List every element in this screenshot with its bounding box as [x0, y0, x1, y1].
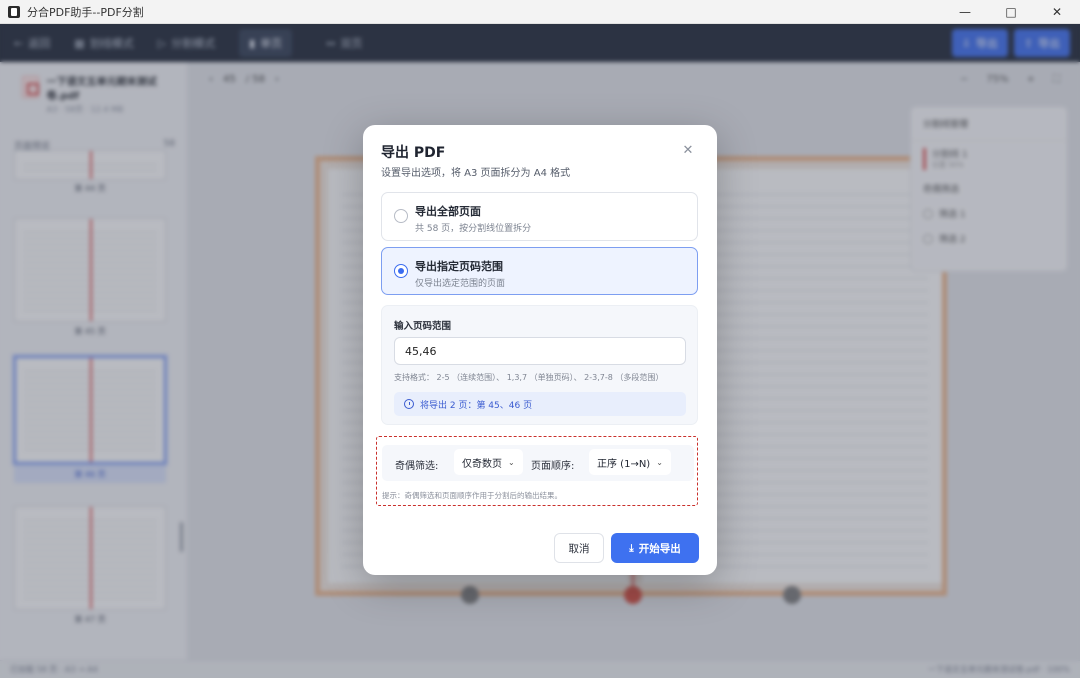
filter-tip: 提示：奇偶筛选和页面顺序作用于分割后的输出结果。 [382, 491, 562, 500]
range-result-text: 将导出 2 页：第 45、46 页 [420, 400, 533, 411]
range-title: 输入页码范围 [394, 321, 452, 332]
range-format-hint: 支持格式： 2-5 （连续范围）、 1,3,7 （单独页码）、 2-3,7-8 … [394, 373, 664, 382]
page-order-select[interactable]: 正序 (1→N) ⌄ [589, 449, 671, 475]
info-clock-icon [404, 399, 414, 409]
title-bar: 分合PDF助手--PDF分割 — □ ✕ [0, 0, 1080, 24]
minimize-button[interactable]: — [942, 0, 988, 24]
close-icon[interactable]: ✕ [681, 143, 695, 158]
export-pdf-dialog: 导出 PDF 设置导出选项，将 A3 页面拆分为 A4 格式 ✕ 导出全部页面 … [363, 125, 717, 575]
radio-unchecked-icon [394, 209, 408, 223]
option-export-range[interactable]: 导出指定页码范围 仅导出选定范围的页面 [381, 247, 698, 295]
app-icon [8, 5, 20, 18]
download-icon: ⤓ [629, 542, 634, 554]
page-range-input[interactable] [394, 337, 686, 365]
start-export-button[interactable]: ⤓ 开始导出 [611, 533, 699, 563]
window-title: 分合PDF助手--PDF分割 [27, 5, 144, 19]
filter-order-section: 奇偶筛选: 仅奇数页 ⌄ 页面顺序: 正序 (1→N) ⌄ 提示：奇偶筛选和页面… [376, 436, 698, 506]
parity-filter-label: 奇偶筛选: [395, 461, 439, 472]
radio-checked-icon [394, 264, 408, 278]
option-description: 共 58 页，按分割线位置拆分 [415, 224, 532, 234]
window-controls: — □ ✕ [942, 0, 1080, 23]
dialog-title: 导出 PDF [381, 145, 446, 161]
option-export-all[interactable]: 导出全部页面 共 58 页，按分割线位置拆分 [381, 192, 698, 241]
page-range-section: 输入页码范围 支持格式： 2-5 （连续范围）、 1,3,7 （单独页码）、 2… [381, 305, 698, 425]
dialog-subtitle: 设置导出选项，将 A3 页面拆分为 A4 格式 [381, 168, 571, 179]
range-result-banner: 将导出 2 页：第 45、46 页 [394, 392, 686, 416]
maximize-button[interactable]: □ [988, 0, 1034, 24]
close-window-button[interactable]: ✕ [1034, 0, 1080, 24]
option-label: 导出指定页码范围 [415, 260, 503, 273]
option-description: 仅导出选定范围的页面 [415, 279, 506, 289]
parity-filter-select[interactable]: 仅奇数页 ⌄ [454, 449, 523, 475]
cancel-button[interactable]: 取消 [554, 533, 604, 563]
chevron-down-icon: ⌄ [508, 457, 515, 467]
filter-row: 奇偶筛选: 仅奇数页 ⌄ 页面顺序: 正序 (1→N) ⌄ [382, 445, 694, 481]
page-order-label: 页面顺序: [531, 461, 575, 472]
chevron-down-icon: ⌄ [656, 457, 663, 467]
option-label: 导出全部页面 [415, 205, 481, 218]
